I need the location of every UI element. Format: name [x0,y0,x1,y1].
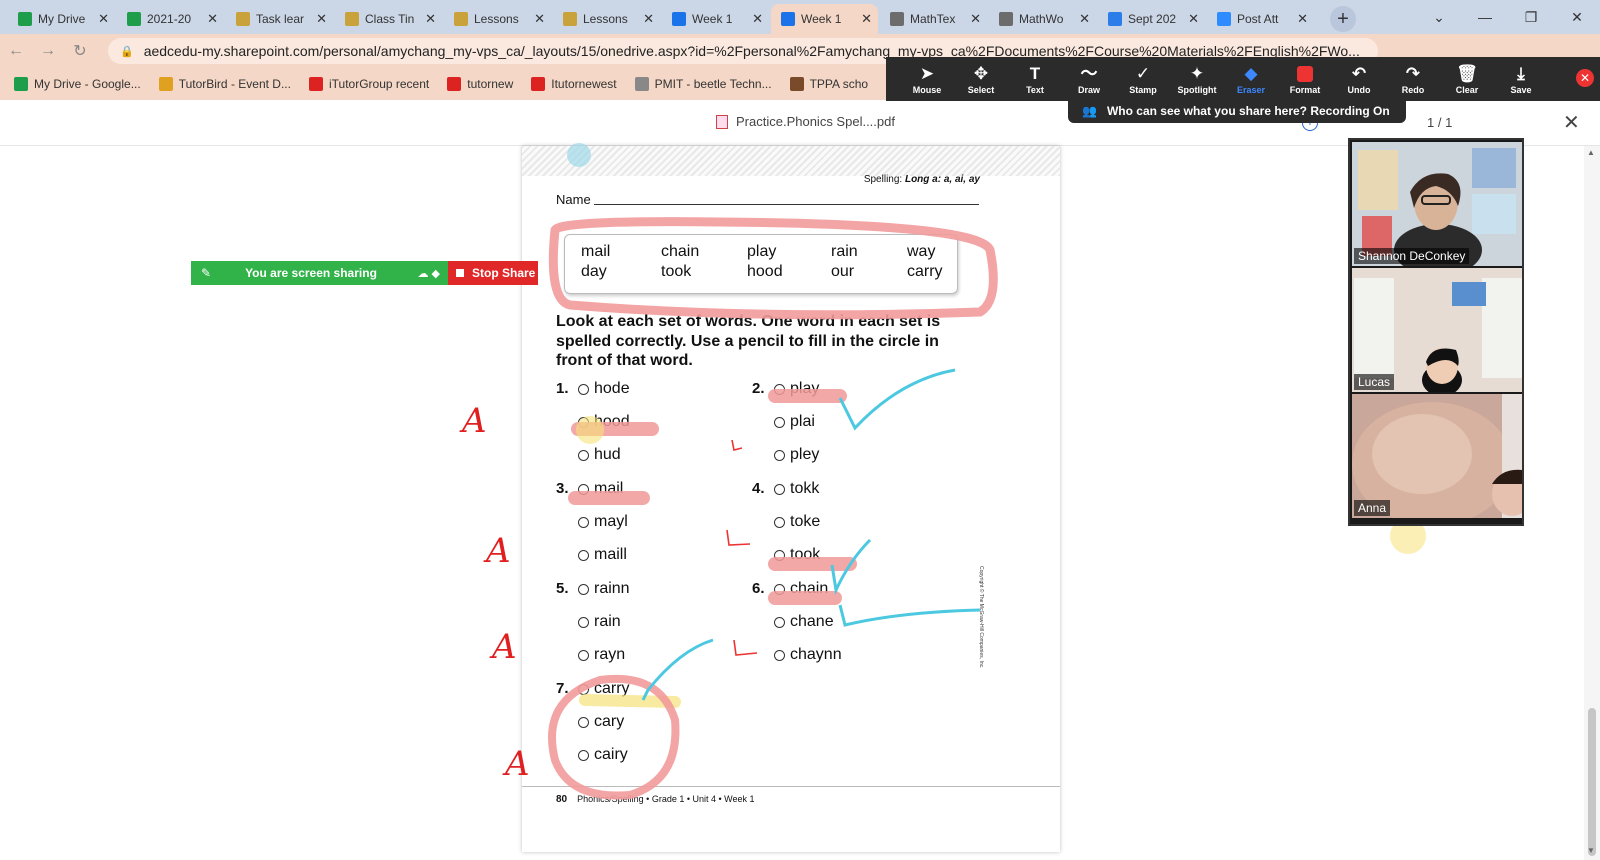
annotate-button-label: Save [1510,85,1532,95]
trash-icon: 🗑 [1456,64,1478,83]
annotate-button-label: Mouse [912,85,942,95]
mouse-pointer-icon: ➤ [919,64,935,83]
stop-share-button[interactable]: Stop Share [448,261,538,285]
annotation-letter-a: A [459,401,487,441]
pdf-scrollbar[interactable]: ▲ ▼ [1584,146,1600,860]
annotation-letter-a: A [502,744,530,784]
video-tile[interactable]: Anna [1352,394,1522,518]
annotation-red-mark [733,639,758,656]
recording-notice-text: Who can see what you share here? Recordi… [1106,104,1390,118]
participant-name: Shannon DeConkey [1354,248,1470,264]
people-icon: 👥 [1082,104,1097,118]
draw-squiggle-icon: 〜 [1080,64,1098,83]
annotate-clear-button[interactable]: 🗑 Clear [1440,63,1494,95]
zoom-annotation-toolbar: ➤ Mouse ✥ Select T Text 〜 Draw ✓ Stamp ✦ Spotlight ◆… [886,57,1600,101]
eraser-icon: ◆ [1244,64,1258,83]
save-icon: ⤓ [1517,64,1525,83]
undo-icon: ↶ [1351,64,1367,83]
annotation-cursor-dot [567,143,591,167]
annotation-cyan-check [838,604,981,627]
scrollbar-thumb[interactable] [1588,708,1596,856]
scroll-down-icon[interactable]: ▼ [1587,846,1595,855]
annotate-draw-button[interactable]: 〜 Draw [1062,63,1116,95]
annotate-text-button[interactable]: T Text [1008,63,1062,95]
participant-name: Anna [1354,500,1391,516]
annotate-save-button[interactable]: ⤓ Save [1494,63,1548,95]
annotation-yellow-dot [576,416,604,444]
annotation-red-outline [548,217,998,320]
video-tile[interactable]: Lucas [1352,268,1522,392]
pin-icon: ✎ [201,266,212,280]
annotate-button-label: Redo [1401,85,1425,95]
stop-icon [456,269,464,277]
sharing-status-text: You are screen sharing [245,266,377,280]
screen-sharing-bar: ✎ You are screen sharing ☁ ◆ Stop Share [191,261,538,285]
annotate-spotlight-button[interactable]: ✦ Spotlight [1170,63,1224,95]
annotate-button-label: Text [1026,85,1044,95]
close-annotation-icon[interactable]: ✕ [1576,69,1594,87]
annotate-stamp-button[interactable]: ✓ Stamp [1116,63,1170,95]
sharing-status[interactable]: ✎ You are screen sharing ☁ ◆ [191,261,448,285]
annotate-button-label: Eraser [1236,85,1266,95]
annotate-button-label: Clear [1455,85,1479,95]
participant-video-panel: Shannon DeConkey Lucas Anna [1348,138,1524,526]
spotlight-icon: ✦ [1189,64,1205,83]
annotate-button-label: Format [1289,85,1321,95]
annotation-letter-a: A [483,531,511,571]
annotation-red-mark [726,529,751,546]
annotate-eraser-button[interactable]: ◆ Eraser [1224,63,1278,95]
annotate-undo-button[interactable]: ↶ Undo [1332,63,1386,95]
annotate-button-label: Draw [1077,85,1100,95]
participant-name: Lucas [1354,374,1395,390]
annotation-red-mark [731,439,743,451]
annotate-format-button[interactable]: Format [1278,63,1332,95]
recording-notice[interactable]: 👥 Who can see what you share here? Recor… [1068,99,1406,123]
annotate-button-label: Undo [1347,85,1371,95]
stamp-check-icon: ✓ [1135,64,1151,83]
shield-icon: ☁ ◆ [417,267,440,280]
redo-icon: ↷ [1405,64,1421,83]
annotate-select-button[interactable]: ✥ Select [954,63,1008,95]
move-arrows-icon: ✥ [973,64,989,83]
format-color-icon [1297,66,1313,82]
annotate-button-label: Stamp [1129,85,1157,95]
annotate-button-label: Select [967,85,995,95]
text-icon: T [1029,64,1041,83]
annotation-cyan-check [838,368,956,431]
video-tile[interactable]: Shannon DeConkey [1352,142,1522,266]
annotate-mouse-button[interactable]: ➤ Mouse [900,63,954,95]
scroll-up-icon[interactable]: ▲ [1587,148,1595,157]
annotation-letter-a: A [489,627,517,667]
annotate-redo-button[interactable]: ↷ Redo [1386,63,1440,95]
stop-share-label: Stop Share [472,266,536,280]
annotate-button-label: Spotlight [1177,85,1217,95]
